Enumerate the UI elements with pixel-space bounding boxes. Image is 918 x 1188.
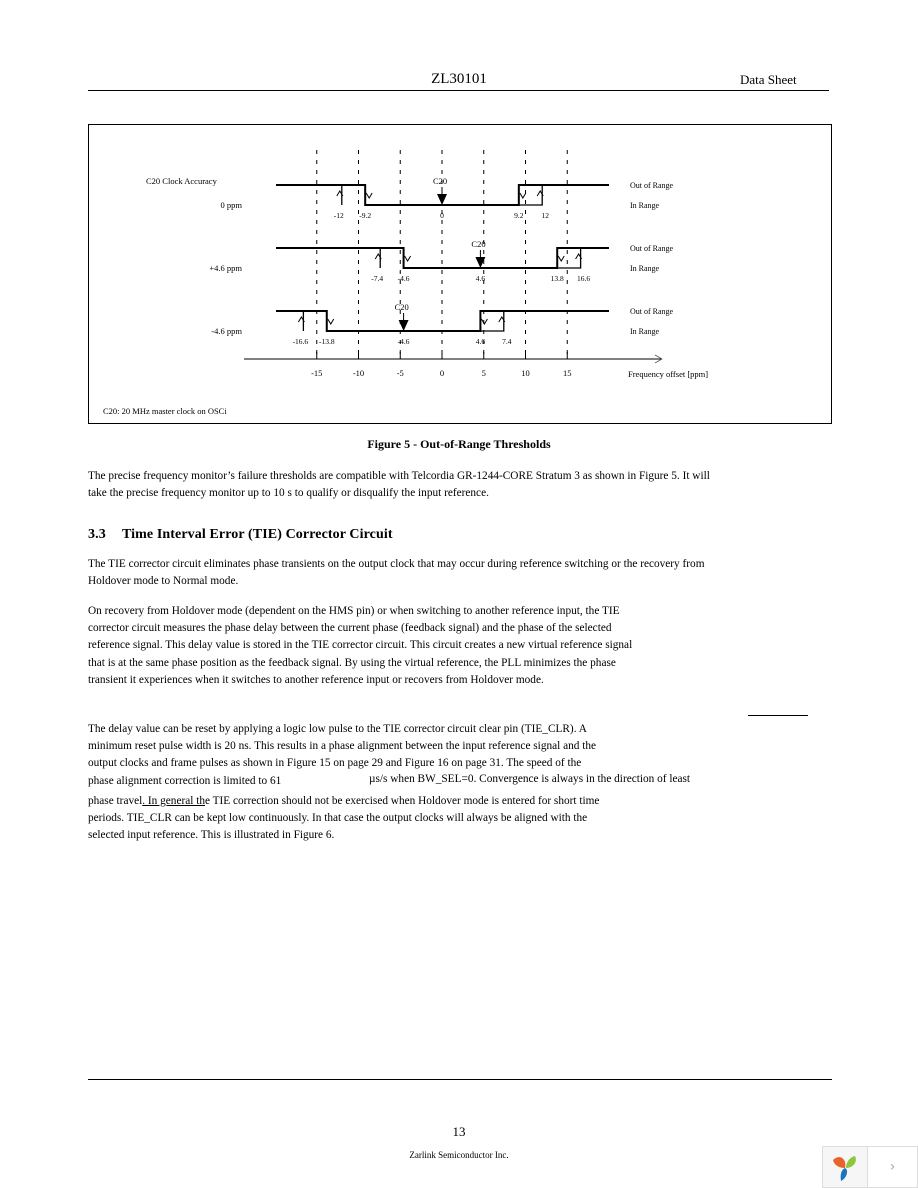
hysteresis-edge: [557, 247, 582, 269]
down-arrow-icon: [519, 192, 527, 199]
viewer-logo-icon[interactable]: [823, 1147, 868, 1187]
c20-marker-icon: [437, 194, 447, 205]
footer-rule: [88, 1079, 832, 1080]
paragraph-tie-reset: The delay value can be reset by applying…: [88, 721, 748, 844]
in-range-label: In Range: [630, 327, 660, 336]
clock-accuracy-heading: C20 Clock Accuracy: [146, 176, 218, 186]
section-heading: 3.3 Time Interval Error (TIE) Corrector C…: [88, 527, 393, 543]
c20-marker-icon: [398, 320, 409, 331]
text-line: periods. TIE_CLR can be kept low continu…: [88, 812, 588, 824]
paragraph-tie-intro: The TIE corrector circuit eliminates pha…: [88, 558, 705, 588]
text-fragment: phase travel: [88, 794, 143, 807]
threshold-value-label: 7.4: [502, 337, 512, 346]
c20-marker-label: C20: [471, 239, 485, 249]
down-arrow-icon: [480, 318, 488, 325]
paragraph-thresholds: The precise frequency monitor’s failure …: [88, 470, 710, 500]
x-tick-label: -5: [397, 368, 404, 378]
threshold-value-label: -4.6: [398, 274, 410, 283]
axis-label: Frequency offset [ppm]: [628, 369, 708, 379]
out-of-range-label: Out of Range: [630, 244, 674, 253]
x-tick-label: 5: [482, 368, 486, 378]
down-arrow-icon: [365, 192, 373, 199]
text-line: selected input reference. This is illust…: [88, 829, 335, 842]
underlined-fragment: . In general th: [142, 794, 205, 807]
next-page-button[interactable]: ›: [868, 1147, 917, 1187]
threshold-value-label: -9.2: [359, 211, 371, 220]
threshold-value-label: 4.6: [476, 337, 486, 346]
x-tick-label: 0: [440, 368, 444, 378]
figure-caption: Figure 5 - Out-of-Range Thresholds: [367, 437, 551, 451]
text-line: minimum reset pulse width is 20 ns. This…: [88, 740, 597, 753]
text-fragment: phase alignment correction is limited to…: [88, 774, 282, 787]
out-of-range-label: Out of Range: [630, 181, 674, 190]
down-arrow-icon: [404, 255, 412, 262]
hysteresis-edge: [302, 310, 327, 331]
threshold-row: C20 0 ppm Out of Range In Range -12 -9.2 0 9.2 1…: [221, 176, 674, 220]
out-of-range-diagram: C20 0 ppm Out of Range In Range -12 -9.2 0 9.2 1…: [103, 150, 708, 416]
threshold-value-label: 9.2: [514, 211, 524, 220]
down-arrow-icon: [327, 318, 335, 325]
figure-footnote: C20: 20 MHz master clock on OSCi: [103, 406, 227, 416]
section-number: 3.3: [88, 527, 106, 542]
threshold-value-label: 12: [541, 211, 549, 220]
text-fragment: µs/s when BW_SEL=0. Convergence is alway…: [369, 772, 691, 785]
text-line: phase alignment correction is limited to…: [88, 773, 748, 790]
threshold-value-label: -13.8: [319, 337, 335, 346]
threshold-value-label: 16.6: [577, 274, 590, 283]
header-rule: [88, 90, 829, 91]
page-number: 13: [452, 1124, 466, 1139]
threshold-value-label: 4.6: [476, 274, 486, 283]
x-tick-label: 15: [563, 368, 572, 378]
document-type-label: Data Sheet: [740, 72, 797, 87]
company-name: Zarlink Semiconductor Inc.: [409, 1150, 509, 1160]
out-of-range-label: Out of Range: [630, 307, 674, 316]
accuracy-label: -4.6 ppm: [211, 326, 242, 336]
paragraph-tie-recovery: On recovery from Holdover mode (dependen…: [88, 605, 633, 686]
accuracy-label: +4.6 ppm: [209, 263, 242, 273]
overline-mark: [748, 715, 808, 716]
c20-marker-label: C20: [395, 302, 409, 312]
accuracy-label: 0 ppm: [221, 200, 243, 210]
x-tick-label: 10: [521, 368, 530, 378]
section-title: Time Interval Error (TIE) Corrector Circ…: [122, 527, 393, 542]
viewer-widget: ›: [822, 1146, 918, 1188]
in-range-label: In Range: [630, 264, 660, 273]
threshold-value-label: 13.8: [551, 274, 564, 283]
threshold-value-label: -4.6: [398, 337, 410, 346]
threshold-value-label: 0: [440, 211, 444, 220]
threshold-value-label: -16.6: [293, 337, 309, 346]
hysteresis-edge: [341, 184, 366, 205]
x-tick-label: -15: [311, 368, 322, 378]
x-tick-label: -10: [353, 368, 364, 378]
threshold-row: C20 +4.6 ppm Out of Range In Range -7.4 -4.6 4…: [209, 239, 673, 283]
text-fragment: e TIE correction should not be exercised…: [205, 794, 600, 807]
threshold-value-label: -12: [334, 211, 344, 220]
in-range-label: In Range: [630, 201, 660, 210]
threshold-value-label: -7.4: [371, 274, 383, 283]
text-line: phase travel. In general the TIE correct…: [88, 793, 748, 810]
text-line: The delay value can be reset by applying…: [88, 723, 587, 735]
c20-marker-label: C20: [433, 176, 447, 186]
figure-5-frame: C20 0 ppm Out of Range In Range -12 -9.2 0 9.2 1…: [88, 124, 832, 424]
down-arrow-icon: [557, 255, 565, 262]
hysteresis-edge: [518, 184, 543, 206]
